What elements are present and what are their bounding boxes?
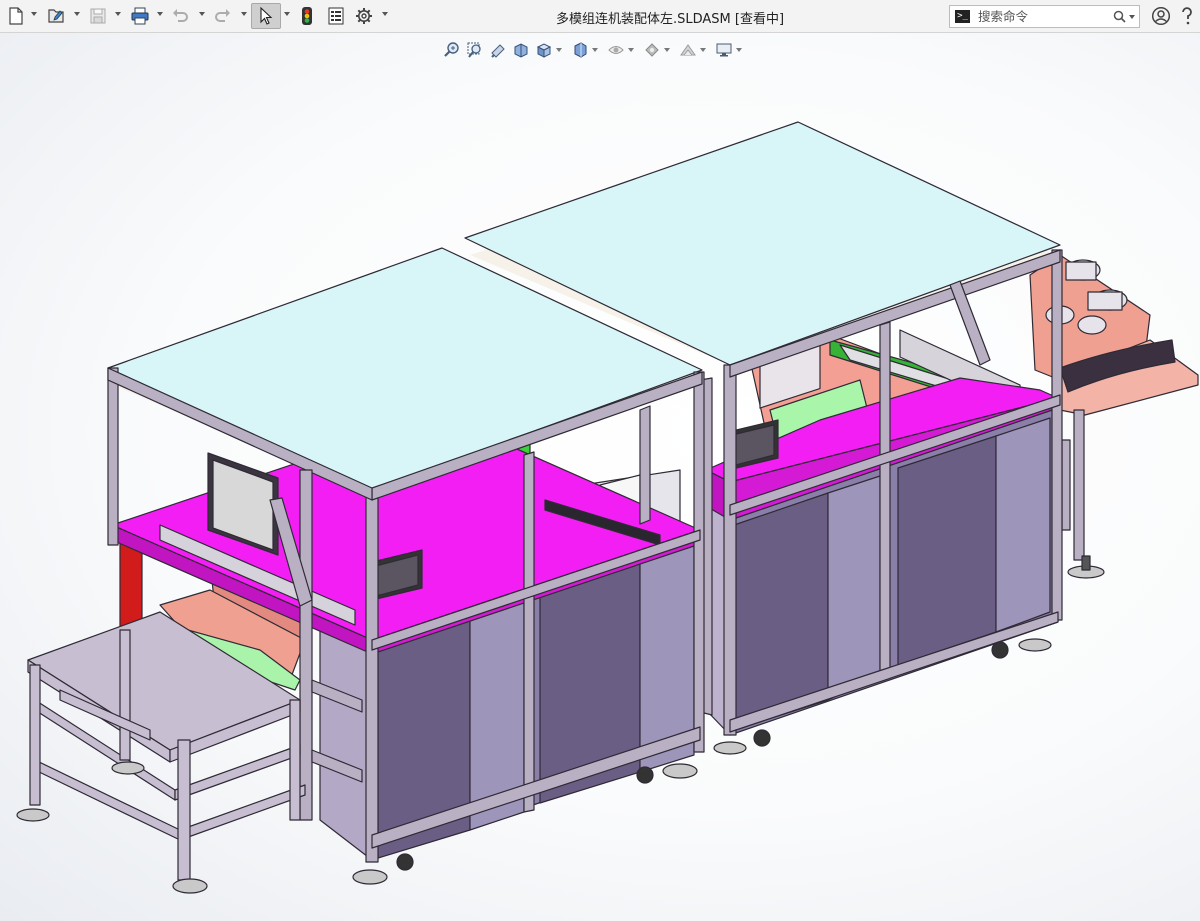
assembly-model[interactable] xyxy=(0,0,1200,921)
